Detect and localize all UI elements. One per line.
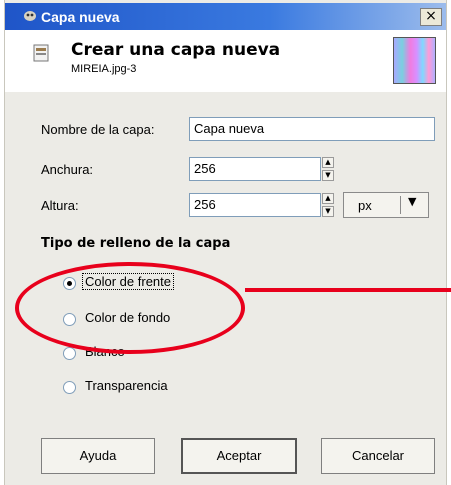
width-up-icon[interactable]: ▲ bbox=[322, 157, 334, 168]
height-label: Altura: bbox=[41, 198, 79, 213]
dialog-header: Crear una capa nueva MIREIA.jpg-3 bbox=[5, 30, 446, 92]
height-input[interactable]: 256 bbox=[189, 193, 321, 217]
radio-button[interactable] bbox=[63, 313, 76, 326]
width-down-icon[interactable]: ▼ bbox=[322, 170, 334, 181]
header-title: Crear una capa nueva bbox=[71, 40, 281, 60]
help-button[interactable]: Ayuda bbox=[41, 438, 155, 474]
radio-button[interactable] bbox=[63, 277, 76, 290]
cancel-button[interactable]: Cancelar bbox=[321, 438, 435, 474]
close-button[interactable]: × bbox=[420, 8, 442, 26]
new-layer-dialog: Capa nueva × Crear una capa nueva MIREIA… bbox=[4, 0, 447, 485]
layer-name-label: Nombre de la capa: bbox=[41, 122, 155, 137]
color-preview bbox=[393, 37, 436, 84]
width-label: Anchura: bbox=[41, 162, 94, 177]
gimp-icon bbox=[24, 11, 36, 21]
unit-value: px bbox=[358, 198, 372, 213]
radio-button[interactable] bbox=[63, 381, 76, 394]
height-up-icon[interactable]: ▲ bbox=[322, 193, 334, 204]
title-bar[interactable]: Capa nueva × bbox=[5, 3, 446, 30]
layer-icon bbox=[33, 44, 49, 62]
ok-button[interactable]: Aceptar bbox=[181, 438, 297, 474]
close-icon: × bbox=[425, 8, 437, 24]
chevron-down-icon[interactable]: ▼ bbox=[408, 195, 416, 208]
unit-select[interactable]: px ▼ bbox=[343, 192, 429, 218]
layer-name-input[interactable]: Capa nueva bbox=[189, 117, 435, 141]
height-spinner[interactable]: ▲ ▼ bbox=[322, 193, 334, 217]
width-input[interactable]: 256 bbox=[189, 157, 321, 181]
width-spinner[interactable]: ▲ ▼ bbox=[322, 157, 334, 181]
radio-button[interactable] bbox=[63, 347, 76, 360]
fill-option-label: Transparencia bbox=[85, 378, 168, 393]
fill-option-label: Color de frente bbox=[82, 273, 174, 290]
height-down-icon[interactable]: ▼ bbox=[322, 206, 334, 217]
fill-type-heading: Tipo de relleno de la capa bbox=[41, 236, 231, 251]
window-title: Capa nueva bbox=[41, 9, 120, 25]
fill-option-label: Color de fondo bbox=[85, 310, 171, 325]
image-name: MIREIA.jpg-3 bbox=[71, 63, 137, 75]
unit-separator bbox=[400, 196, 401, 214]
fill-option-label: Blanco bbox=[85, 344, 125, 359]
